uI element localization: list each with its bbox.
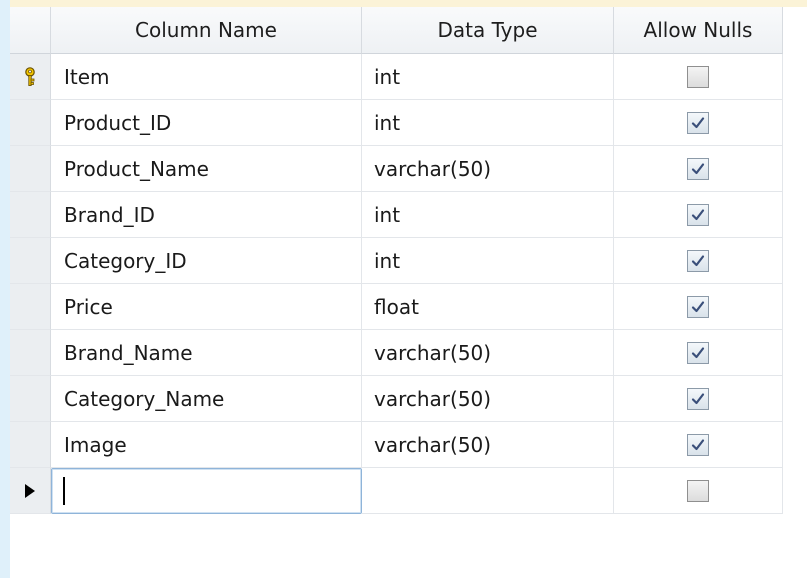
row-selector[interactable] <box>10 146 51 192</box>
column-name-cell[interactable]: Item <box>51 54 362 100</box>
table-row[interactable]: Product_ID int <box>10 100 783 146</box>
column-name-value: Image <box>64 432 127 457</box>
allow-nulls-checkbox[interactable] <box>687 249 709 272</box>
allow-nulls-cell <box>614 54 783 100</box>
data-type-cell[interactable]: int <box>362 54 614 100</box>
table-row[interactable]: Product_Name varchar(50) <box>10 146 783 192</box>
allow-nulls-cell <box>614 422 783 468</box>
checkmark-icon <box>691 346 705 358</box>
column-name-value: Item <box>64 64 110 89</box>
checkmark-icon <box>691 392 705 404</box>
table-row[interactable]: Category_ID int <box>10 238 783 284</box>
table-row[interactable]: Item int <box>10 54 783 100</box>
data-type-value: int <box>374 110 401 135</box>
new-row[interactable] <box>10 468 783 514</box>
data-type-value: int <box>374 64 401 89</box>
table-row[interactable]: Brand_ID int <box>10 192 783 238</box>
column-name-value: Product_ID <box>64 110 172 135</box>
allow-nulls-checkbox[interactable] <box>687 203 709 226</box>
row-selector[interactable] <box>10 100 51 146</box>
checkmark-icon <box>691 438 705 450</box>
column-grid: Column Name Data Type Allow Nulls Item i… <box>10 7 783 514</box>
key-icon <box>23 66 37 87</box>
arrow-right-icon <box>24 483 36 499</box>
row-selector[interactable] <box>10 284 51 330</box>
row-selector[interactable] <box>10 192 51 238</box>
text-caret <box>63 477 65 505</box>
column-name-cell[interactable]: Category_Name <box>51 376 362 422</box>
new-allow-nulls-checkbox[interactable] <box>687 479 709 502</box>
allow-nulls-cell <box>614 238 783 284</box>
left-border-strip <box>0 0 10 578</box>
checkmark-icon <box>691 162 705 174</box>
allow-nulls-checkbox[interactable] <box>687 295 709 318</box>
allow-nulls-cell <box>614 284 783 330</box>
checkmark-icon <box>691 300 705 312</box>
data-type-value: int <box>374 202 401 227</box>
new-row-selector[interactable] <box>10 468 51 514</box>
header-selector-cell <box>10 7 51 54</box>
data-type-value: varchar(50) <box>374 340 492 365</box>
row-selector[interactable] <box>10 330 51 376</box>
column-name-value: Category_Name <box>64 386 225 411</box>
allow-nulls-checkbox[interactable] <box>687 111 709 134</box>
checkmark-icon <box>691 254 705 266</box>
column-name-cell[interactable]: Product_ID <box>51 100 362 146</box>
allow-nulls-cell <box>614 376 783 422</box>
allow-nulls-checkbox[interactable] <box>687 433 709 456</box>
new-column-name-input[interactable] <box>51 468 362 514</box>
data-type-value: varchar(50) <box>374 156 492 181</box>
row-selector[interactable] <box>10 238 51 284</box>
allow-nulls-checkbox[interactable] <box>687 65 709 88</box>
top-border-strip <box>0 0 807 7</box>
column-name-cell[interactable]: Price <box>51 284 362 330</box>
table-row[interactable]: Image varchar(50) <box>10 422 783 468</box>
header-allow-nulls[interactable]: Allow Nulls <box>614 7 783 54</box>
table-designer: Column Name Data Type Allow Nulls Item i… <box>0 0 807 578</box>
row-selector[interactable] <box>10 54 51 100</box>
allow-nulls-checkbox[interactable] <box>687 157 709 180</box>
column-name-cell[interactable]: Category_ID <box>51 238 362 284</box>
row-selector[interactable] <box>10 422 51 468</box>
column-name-cell[interactable]: Image <box>51 422 362 468</box>
data-type-value: varchar(50) <box>374 386 492 411</box>
row-selector[interactable] <box>10 376 51 422</box>
grid-header-row: Column Name Data Type Allow Nulls <box>10 7 783 54</box>
checkmark-icon <box>691 116 705 128</box>
data-type-cell[interactable]: int <box>362 238 614 284</box>
data-type-cell[interactable]: varchar(50) <box>362 422 614 468</box>
allow-nulls-cell <box>614 100 783 146</box>
column-name-cell[interactable]: Brand_Name <box>51 330 362 376</box>
column-name-value: Brand_Name <box>64 340 193 365</box>
data-type-cell[interactable]: varchar(50) <box>362 330 614 376</box>
data-type-value: int <box>374 248 401 273</box>
new-allow-nulls-cell <box>614 468 783 514</box>
allow-nulls-cell <box>614 146 783 192</box>
allow-nulls-cell <box>614 330 783 376</box>
column-name-value: Price <box>64 294 113 319</box>
header-data-type[interactable]: Data Type <box>362 7 614 54</box>
new-data-type-cell[interactable] <box>362 468 614 514</box>
data-type-cell[interactable]: varchar(50) <box>362 376 614 422</box>
allow-nulls-checkbox[interactable] <box>687 387 709 410</box>
data-type-cell[interactable]: float <box>362 284 614 330</box>
column-name-cell[interactable]: Product_Name <box>51 146 362 192</box>
table-row[interactable]: Price float <box>10 284 783 330</box>
data-type-value: varchar(50) <box>374 432 492 457</box>
column-name-value: Category_ID <box>64 248 187 273</box>
checkmark-icon <box>691 208 705 220</box>
column-name-value: Brand_ID <box>64 202 155 227</box>
data-type-value: float <box>374 294 419 319</box>
allow-nulls-checkbox[interactable] <box>687 341 709 364</box>
data-type-cell[interactable]: varchar(50) <box>362 146 614 192</box>
data-type-cell[interactable]: int <box>362 100 614 146</box>
column-name-cell[interactable]: Brand_ID <box>51 192 362 238</box>
data-type-cell[interactable]: int <box>362 192 614 238</box>
table-row[interactable]: Brand_Name varchar(50) <box>10 330 783 376</box>
allow-nulls-cell <box>614 192 783 238</box>
column-name-value: Product_Name <box>64 156 209 181</box>
header-column-name[interactable]: Column Name <box>51 7 362 54</box>
table-row[interactable]: Category_Name varchar(50) <box>10 376 783 422</box>
